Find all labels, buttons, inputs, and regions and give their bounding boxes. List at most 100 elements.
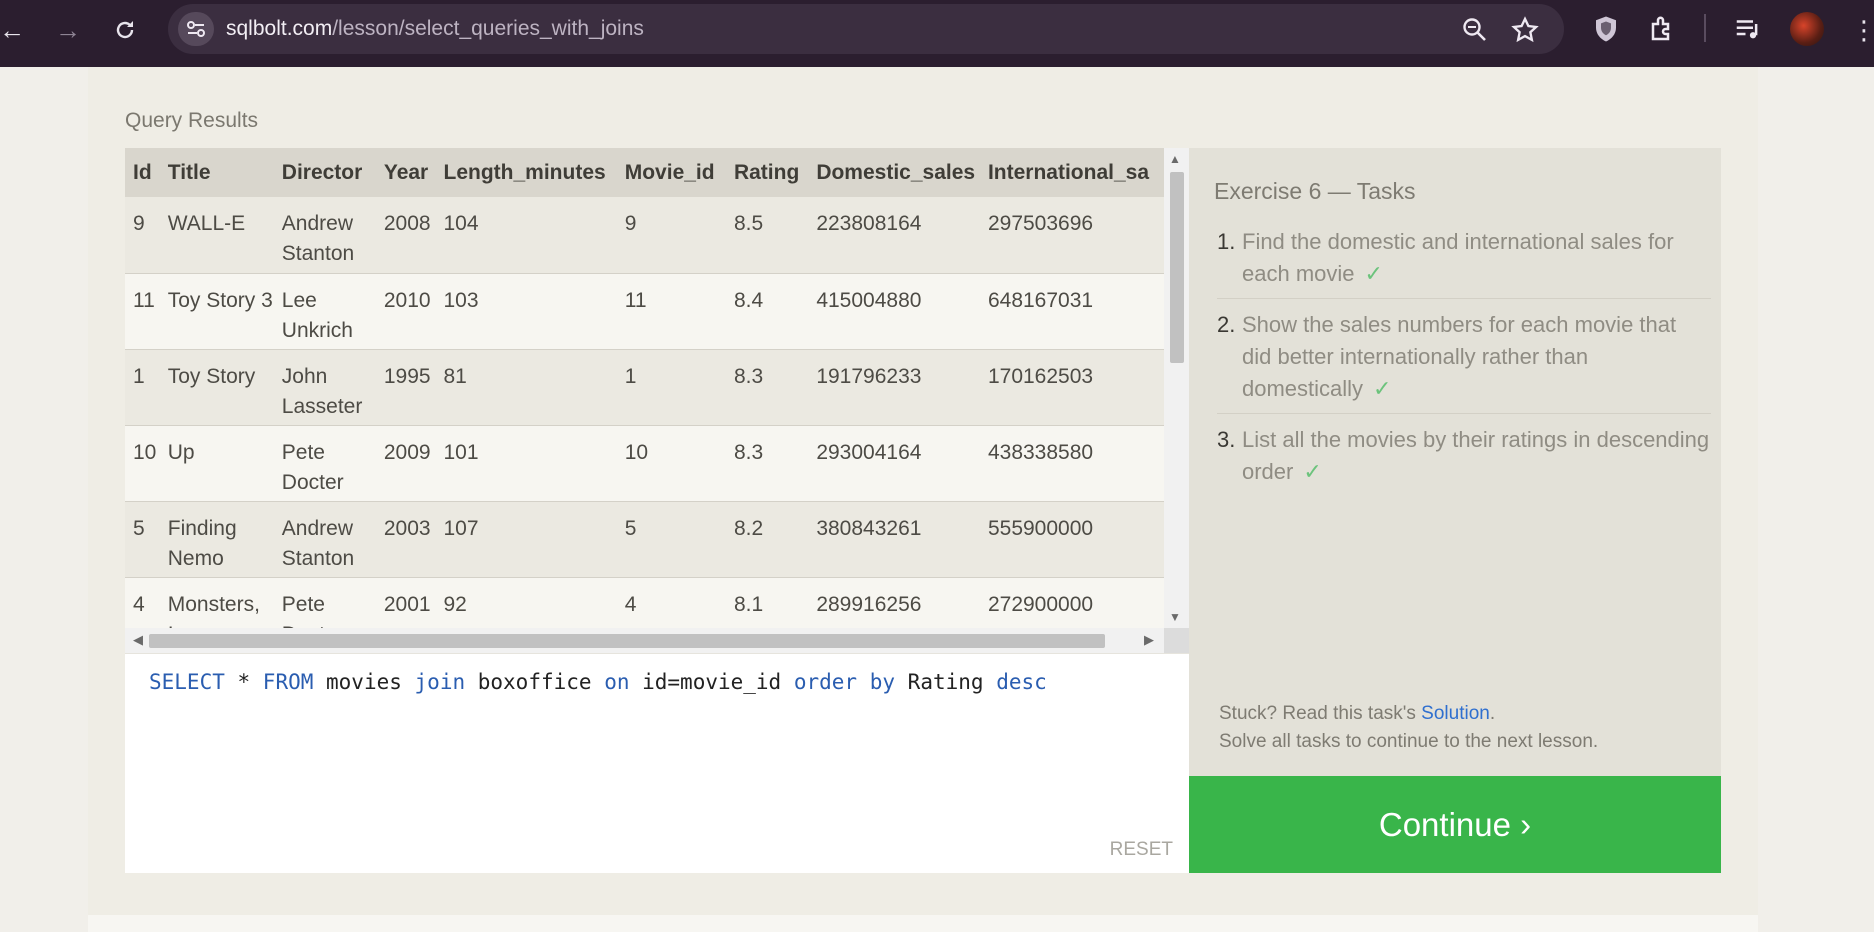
table-cell: Toy Story 3 xyxy=(159,272,274,349)
sql-keyword: order xyxy=(793,670,858,694)
url-path: /lesson/select_queries_with_joins xyxy=(332,17,644,40)
table-cell: 2009 xyxy=(375,424,436,501)
continue-button[interactable]: Continue › xyxy=(1189,776,1721,873)
scroll-left-arrow-icon[interactable]: ◀ xyxy=(133,632,143,648)
table-cell: Up xyxy=(159,424,274,501)
forward-arrow-icon[interactable]: → xyxy=(50,12,86,48)
query-results-table: Id Title Director Year Length_minutes Mo… xyxy=(125,148,1189,653)
site-info-icon[interactable] xyxy=(178,12,214,46)
vertical-scroll-thumb[interactable] xyxy=(1170,172,1184,363)
table-cell: Toy Story xyxy=(159,348,274,425)
horizontal-scroll-thumb[interactable] xyxy=(149,634,1105,648)
solution-link[interactable]: Solution xyxy=(1421,703,1490,724)
results-scroll-area[interactable]: Id Title Director Year Length_minutes Mo… xyxy=(125,148,1164,628)
reset-button[interactable]: RESET xyxy=(1110,839,1173,861)
table-cell: Finding Nemo xyxy=(159,500,274,577)
table-row: 10 Up Pete Docter 2009 101 10 8.3 293004164 4383… xyxy=(125,424,1164,501)
table-cell: 8.4 xyxy=(725,272,809,349)
table-cell: 272900000 xyxy=(979,576,1164,628)
sql-keyword: join xyxy=(414,670,466,694)
scroll-right-arrow-icon[interactable]: ▶ xyxy=(1144,632,1154,648)
table-cell: 81 xyxy=(435,348,617,425)
reload-icon[interactable] xyxy=(107,12,143,48)
table-cell: 10 xyxy=(125,424,160,501)
checkmark-icon: ✓ xyxy=(1364,261,1383,286)
table-cell: 4 xyxy=(616,576,726,628)
sql-keyword: by xyxy=(869,670,896,694)
table-cell: 9 xyxy=(125,197,160,273)
table-cell: 11 xyxy=(125,272,160,349)
scroll-down-arrow-icon[interactable]: ▼ xyxy=(1169,610,1181,624)
table-cell: Lee Unkrich xyxy=(273,272,376,349)
table-cell: 415004880 xyxy=(808,272,980,349)
checkmark-icon: ✓ xyxy=(1373,376,1392,401)
vertical-scrollbar[interactable]: ▲ ▼ xyxy=(1164,148,1189,628)
table-cell: 2010 xyxy=(375,272,436,349)
sql-query-text[interactable]: SELECT * FROM movies join boxoffice on i… xyxy=(149,670,1047,694)
table-row: 5 Finding Nemo Andrew Stanton 2003 107 5 8.2 38… xyxy=(125,500,1164,577)
shield-extension-icon[interactable] xyxy=(1591,14,1621,44)
table-row: 11 Toy Story 3 Lee Unkrich 2010 103 11 8.4 4150… xyxy=(125,272,1164,349)
table-cell: 8.5 xyxy=(725,197,809,273)
table-cell: 223808164 xyxy=(808,197,980,273)
sql-token: Rating xyxy=(895,670,997,694)
tasks-title: Exercise 6 — Tasks xyxy=(1214,178,1416,204)
extensions-puzzle-icon[interactable] xyxy=(1648,14,1678,44)
stuck-hint: Stuck? Read this task's Solution. Solve … xyxy=(1219,700,1598,756)
table-cell: 5 xyxy=(616,500,726,577)
sql-token: * xyxy=(224,670,263,694)
horizontal-scrollbar[interactable]: ◀ ▶ xyxy=(125,628,1164,653)
column-header: Id xyxy=(125,148,160,197)
address-bar[interactable]: sqlbolt.com/lesson/select_queries_with_j… xyxy=(168,4,1564,54)
results-body: 9 WALL-E Andrew Stanton 2008 104 9 8.5 22380816… xyxy=(125,197,1164,628)
sql-editor[interactable]: SELECT * FROM movies join boxoffice on i… xyxy=(125,653,1189,873)
task-item: 1. Find the domestic and international s… xyxy=(1217,226,1711,299)
table-cell: 380843261 xyxy=(808,500,980,577)
table-cell: 8.3 xyxy=(725,348,809,425)
task-number: 1. xyxy=(1217,229,1236,254)
stuck-period: . xyxy=(1489,703,1496,724)
task-text: Show the sales numbers for each movie th… xyxy=(1242,312,1677,401)
table-cell: Monsters, Inc. xyxy=(159,576,274,628)
table-cell: Pete Docter xyxy=(273,424,376,501)
table-cell: 9 xyxy=(616,197,726,273)
more-menu-icon[interactable]: ⋮ xyxy=(1846,12,1874,48)
task-number: 2. xyxy=(1217,312,1236,337)
continue-hint: Solve all tasks to continue to the next … xyxy=(1219,731,1599,752)
table-row: 4Monsters, Inc.Pete Docter20019248.12899… xyxy=(125,576,1164,628)
table-cell: 8.3 xyxy=(725,424,809,501)
table-cell: Andrew Stanton xyxy=(273,500,376,577)
table-cell: 438338580 xyxy=(979,424,1164,501)
table-cell: 289916256 xyxy=(808,576,980,628)
bookmark-star-icon[interactable] xyxy=(1511,16,1539,44)
exercise-tasks-panel: Exercise 6 — Tasks 1. Find the domestic … xyxy=(1189,148,1721,776)
task-list: 1. Find the domestic and international s… xyxy=(1217,226,1711,506)
scroll-up-arrow-icon[interactable]: ▲ xyxy=(1169,152,1181,166)
media-queue-icon[interactable] xyxy=(1733,14,1763,44)
profile-avatar[interactable] xyxy=(1790,12,1824,46)
table-cell: 293004164 xyxy=(808,424,980,501)
back-arrow-icon[interactable]: ← xyxy=(0,12,30,48)
column-header: Movie_id xyxy=(616,148,726,197)
table-cell: Andrew Stanton xyxy=(273,197,376,273)
table-cell: 2001 xyxy=(375,576,436,628)
task-item: 3. List all the movies by their ratings … xyxy=(1217,424,1711,496)
sql-token: id=movie_id xyxy=(629,670,794,694)
table-cell: 2003 xyxy=(375,500,436,577)
table-cell: 104 xyxy=(435,197,617,273)
table-cell: 4 xyxy=(125,576,160,628)
url-text[interactable]: sqlbolt.com/lesson/select_queries_with_j… xyxy=(226,17,644,41)
task-text: Find the domestic and international sale… xyxy=(1242,229,1674,286)
zoom-icon[interactable] xyxy=(1461,16,1489,44)
table-cell: 648167031 xyxy=(979,272,1164,349)
table-cell: 170162503 xyxy=(979,348,1164,425)
checkmark-icon: ✓ xyxy=(1303,459,1322,484)
stuck-text: Stuck? Read this task's xyxy=(1219,703,1422,724)
table-cell: 1 xyxy=(616,348,726,425)
table-cell: 2008 xyxy=(375,197,436,273)
table-header-row: Id Title Director Year Length_minutes Mo… xyxy=(125,148,1164,197)
sql-keyword: SELECT xyxy=(149,670,225,694)
sql-keyword: on xyxy=(604,670,630,694)
results-grid: Id Title Director Year Length_minutes Mo… xyxy=(125,148,1164,628)
